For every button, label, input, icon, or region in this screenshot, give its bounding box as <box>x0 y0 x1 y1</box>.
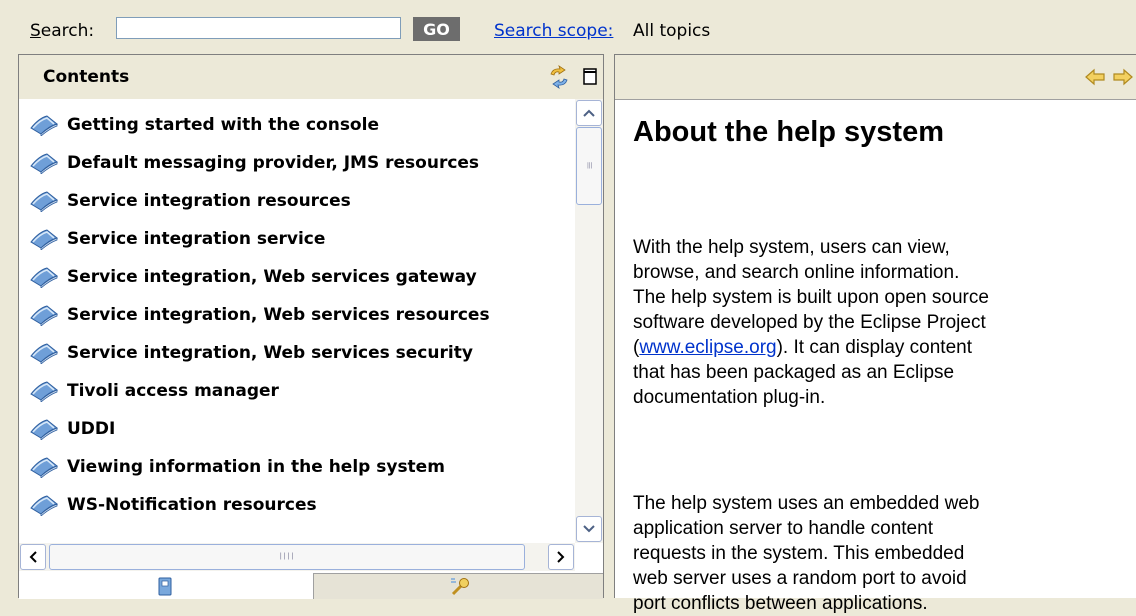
help-article: About the help system With the help syst… <box>633 115 1136 614</box>
tab-contents[interactable] <box>19 573 313 599</box>
contents-tab-icon <box>158 577 172 596</box>
article-paragraph-1: With the help system, users can view, br… <box>633 237 989 408</box>
content-pane: About the help system With the help syst… <box>614 54 1136 614</box>
horizontal-scrollbar[interactable]: IIII <box>19 543 575 571</box>
back-arrow-icon[interactable] <box>1084 67 1106 87</box>
toc-item-label: Tivoli access manager <box>67 381 279 401</box>
collapse-all-icon[interactable] <box>583 68 597 85</box>
scroll-down-button[interactable] <box>576 516 602 542</box>
search-results-tab-icon <box>451 578 469 596</box>
toc-item-label: UDDI <box>67 419 116 439</box>
contents-header: Contents <box>19 55 603 100</box>
contents-title: Contents <box>43 67 130 87</box>
search-scope-link[interactable]: Search scope: <box>494 21 613 41</box>
go-button[interactable]: GO <box>413 17 460 41</box>
book-icon <box>30 381 59 402</box>
chevron-left-icon <box>29 551 37 563</box>
toc-item-label: Service integration, Web services resour… <box>67 305 490 325</box>
toc-item[interactable]: Tivoli access manager <box>29 372 279 410</box>
contents-pane: Contents Getting started with the consol… <box>18 54 604 599</box>
book-icon <box>30 267 59 288</box>
vertical-scrollbar[interactable]: ≡ <box>575 99 603 543</box>
book-icon <box>30 457 59 478</box>
toc-item[interactable]: Default messaging provider, JMS resource… <box>29 144 479 182</box>
toc-item[interactable]: Viewing information in the help system <box>29 448 445 486</box>
book-icon <box>30 191 59 212</box>
book-icon <box>30 229 59 250</box>
search-bar: Search: GO Search scope: All topics <box>0 0 1136 44</box>
content-toolbar <box>615 55 1136 100</box>
link-with-contents-icon[interactable] <box>547 65 571 89</box>
book-icon <box>30 495 59 516</box>
search-label: Search: <box>30 21 95 41</box>
toc-item-label: Service integration service <box>67 229 326 249</box>
chevron-up-icon <box>583 109 595 117</box>
book-icon <box>30 305 59 326</box>
forward-arrow-icon[interactable] <box>1112 67 1134 87</box>
search-input[interactable] <box>116 17 401 39</box>
scroll-up-button[interactable] <box>576 100 602 126</box>
book-icon <box>30 115 59 136</box>
book-icon <box>30 343 59 364</box>
eclipse-link[interactable]: www.eclipse.org <box>639 337 776 358</box>
toc-item[interactable]: Service integration, Web services securi… <box>29 334 473 372</box>
chevron-down-icon <box>583 525 595 533</box>
toc-item-label: Getting started with the console <box>67 115 379 135</box>
chevron-right-icon <box>557 551 565 563</box>
toc-item[interactable]: WS-Notification resources <box>29 486 317 524</box>
toc-item-label: Service integration resources <box>67 191 351 211</box>
horizontal-scroll-thumb[interactable]: IIII <box>49 544 525 570</box>
scroll-right-button[interactable] <box>548 544 574 570</box>
book-icon <box>30 419 59 440</box>
book-icon <box>30 153 59 174</box>
vertical-scroll-thumb[interactable]: ≡ <box>576 127 602 205</box>
toc-item[interactable]: Getting started with the console <box>29 106 379 144</box>
scroll-left-button[interactable] <box>20 544 46 570</box>
toc-item[interactable]: Service integration, Web services resour… <box>29 296 490 334</box>
toc-item[interactable]: UDDI <box>29 410 115 448</box>
toc-item-label: Service integration, Web services gatewa… <box>67 267 477 287</box>
toc-item[interactable]: Service integration, Web services gatewa… <box>29 258 477 296</box>
toc-item-label: Service integration, Web services securi… <box>67 343 473 363</box>
toc-item-label: Default messaging provider, JMS resource… <box>67 153 480 173</box>
tab-search-results[interactable] <box>313 573 603 599</box>
toc-item[interactable]: Service integration resources <box>29 182 351 220</box>
toc-item[interactable]: Service integration service <box>29 220 325 258</box>
toc-item-label: Viewing information in the help system <box>67 457 445 477</box>
toc-item-label: WS-Notification resources <box>67 495 317 515</box>
article-title: About the help system <box>633 116 944 148</box>
contents-tree: Getting started with the console Default … <box>19 99 575 543</box>
article-paragraph-2: The help system uses an embedded web app… <box>633 493 980 614</box>
search-scope-value: All topics <box>633 21 711 41</box>
